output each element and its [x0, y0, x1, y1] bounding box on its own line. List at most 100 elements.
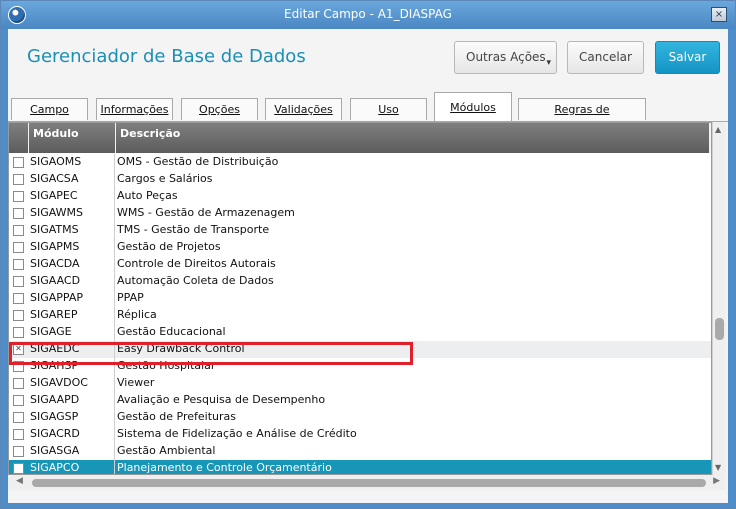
window-title: Editar Campo - A1_DIASPAG [284, 7, 452, 21]
row-checkbox[interactable] [13, 242, 24, 253]
row-checkbox[interactable] [13, 191, 24, 202]
tab-label: Campo [30, 103, 69, 116]
outras-acoes-label: Outras Ações [466, 50, 546, 64]
tab-uso[interactable]: Uso [350, 98, 427, 120]
cell-description: Gestão Educacional [117, 325, 226, 338]
column-header-descricao[interactable]: Descrição [116, 123, 709, 153]
cell-module: SIGAPPAP [29, 290, 115, 307]
tab-label: Opções [199, 103, 240, 116]
cell-module: SIGATMS [29, 222, 115, 239]
cell-description: Gestão de Prefeituras [117, 410, 237, 423]
cell-description: Gestão Ambiental [117, 444, 216, 457]
header-check-column [9, 123, 28, 153]
table-row[interactable]: SIGAPMS Gestão de Projetos [9, 239, 711, 256]
modules-grid[interactable]: Módulo Descrição SIGAOMS OMS - Gestão de … [8, 122, 712, 475]
table-row[interactable]: SIGAWMS WMS - Gestão de Armazenagem [9, 205, 711, 222]
tab-opcoes[interactable]: Opções [181, 98, 258, 120]
table-row[interactable]: SIGACRD Sistema de Fidelização e Análise … [9, 426, 711, 443]
row-checkbox[interactable] [13, 157, 24, 168]
cell-module: SIGASGA [29, 443, 115, 460]
tab-informacoes[interactable]: Informações [96, 98, 173, 120]
row-checkbox[interactable] [13, 293, 24, 304]
table-row[interactable]: SIGAPCO Planejamento e Controle Orçamentá… [9, 460, 711, 474]
annotation-highlight-box [9, 342, 413, 365]
cell-module: SIGAWMS [29, 205, 115, 222]
close-button[interactable]: × [711, 7, 727, 22]
tab-modulos[interactable]: Módulos [434, 92, 512, 121]
cell-description: Gestão de Projetos [117, 240, 221, 253]
table-row[interactable]: SIGAACD Automação Coleta de Dados [9, 273, 711, 290]
row-checkbox[interactable] [13, 310, 24, 321]
horizontal-scrollbar[interactable]: ◀ ▶ [8, 475, 726, 490]
tab-validacoes[interactable]: Validações [265, 98, 342, 120]
tab-label: Módulos [450, 101, 496, 114]
table-row[interactable]: SIGAAPD Avaliação e Pesquisa de Desempenh… [9, 392, 711, 409]
cell-module: SIGAACD [29, 273, 115, 290]
row-checkbox[interactable] [13, 276, 24, 287]
cell-module: SIGACSA [29, 171, 115, 188]
cell-module: SIGAPEC [29, 188, 115, 205]
row-checkbox[interactable] [13, 378, 24, 389]
tab-label: Informações [100, 103, 169, 116]
cell-description: Viewer [117, 376, 155, 389]
vertical-scroll-thumb[interactable] [715, 318, 724, 340]
cell-description: Cargos e Salários [117, 172, 213, 185]
table-row[interactable]: SIGAREP Réplica [9, 307, 711, 324]
cell-module: SIGAGSP [29, 409, 115, 426]
tab-regras-de-dependencia[interactable]: Regras de dependência [518, 98, 646, 138]
horizontal-scroll-thumb[interactable] [32, 479, 706, 487]
cell-description: OMS - Gestão de Distribuição [117, 155, 279, 168]
table-row[interactable]: SIGASGA Gestão Ambiental [9, 443, 711, 460]
row-checkbox[interactable] [13, 208, 24, 219]
tab-bar: Campo Informações Opções Validações Uso … [8, 92, 728, 138]
scroll-up-icon[interactable]: ▲ [715, 125, 721, 134]
row-checkbox[interactable] [13, 446, 24, 457]
scroll-down-icon[interactable]: ▼ [715, 463, 721, 472]
table-row[interactable]: SIGATMS TMS - Gestão de Transporte [9, 222, 711, 239]
page-title: Gerenciador de Base de Dados [27, 46, 306, 67]
row-checkbox[interactable] [13, 429, 24, 440]
cell-module: SIGAGE [29, 324, 115, 341]
vertical-scrollbar[interactable]: ▲ ▼ [712, 122, 726, 475]
table-row[interactable]: SIGAOMS OMS - Gestão de Distribuição [9, 154, 711, 171]
table-row[interactable]: SIGAVDOC Viewer [9, 375, 711, 392]
table-row[interactable]: SIGAGSP Gestão de Prefeituras [9, 409, 711, 426]
row-checkbox[interactable] [13, 225, 24, 236]
dialog-window: Editar Campo - A1_DIASPAG × Gerenciador … [0, 0, 736, 509]
cell-description: WMS - Gestão de Armazenagem [117, 206, 295, 219]
cell-module: SIGAREP [29, 307, 115, 324]
table-row[interactable]: SIGAPPAP PPAP [9, 290, 711, 307]
tab-label: Validações [274, 103, 333, 116]
row-checkbox[interactable] [13, 395, 24, 406]
tab-label: Uso [378, 103, 399, 116]
cell-description: Auto Peças [117, 189, 178, 202]
cell-description: Avaliação e Pesquisa de Desempenho [117, 393, 326, 406]
table-row[interactable]: SIGACSA Cargos e Salários [9, 171, 711, 188]
cell-description: Sistema de Fidelização e Análise de Créd… [117, 427, 357, 440]
column-header-modulo[interactable]: Módulo [29, 123, 115, 153]
scroll-left-icon[interactable]: ◀ [16, 476, 23, 486]
row-checkbox[interactable] [13, 327, 24, 338]
outras-acoes-button[interactable]: Outras Ações ▾ [454, 41, 557, 74]
tab-campo[interactable]: Campo [11, 98, 88, 120]
cancel-button[interactable]: Cancelar [567, 41, 644, 74]
title-bar: Editar Campo - A1_DIASPAG × [1, 1, 735, 29]
cell-description: Réplica [117, 308, 157, 321]
cell-description: Automação Coleta de Dados [117, 274, 274, 287]
dialog-body: Gerenciador de Base de Dados Outras Açõe… [8, 29, 728, 503]
cell-module: SIGAPMS [29, 239, 115, 256]
scroll-right-icon[interactable]: ▶ [713, 476, 720, 486]
cell-description: PPAP [117, 291, 144, 304]
cell-description: Controle de Direitos Autorais [117, 257, 276, 270]
cell-module: SIGACRD [29, 426, 115, 443]
table-row[interactable]: SIGAPEC Auto Peças [9, 188, 711, 205]
row-checkbox[interactable] [13, 259, 24, 270]
cell-module: SIGAPCO [29, 460, 115, 474]
table-row[interactable]: SIGACDA Controle de Direitos Autorais [9, 256, 711, 273]
row-checkbox[interactable] [13, 174, 24, 185]
table-row[interactable]: SIGAGE Gestão Educacional [9, 324, 711, 341]
row-checkbox[interactable] [13, 463, 24, 474]
save-button[interactable]: Salvar [655, 41, 720, 74]
grid-header: Módulo Descrição [9, 123, 711, 153]
row-checkbox[interactable] [13, 412, 24, 423]
